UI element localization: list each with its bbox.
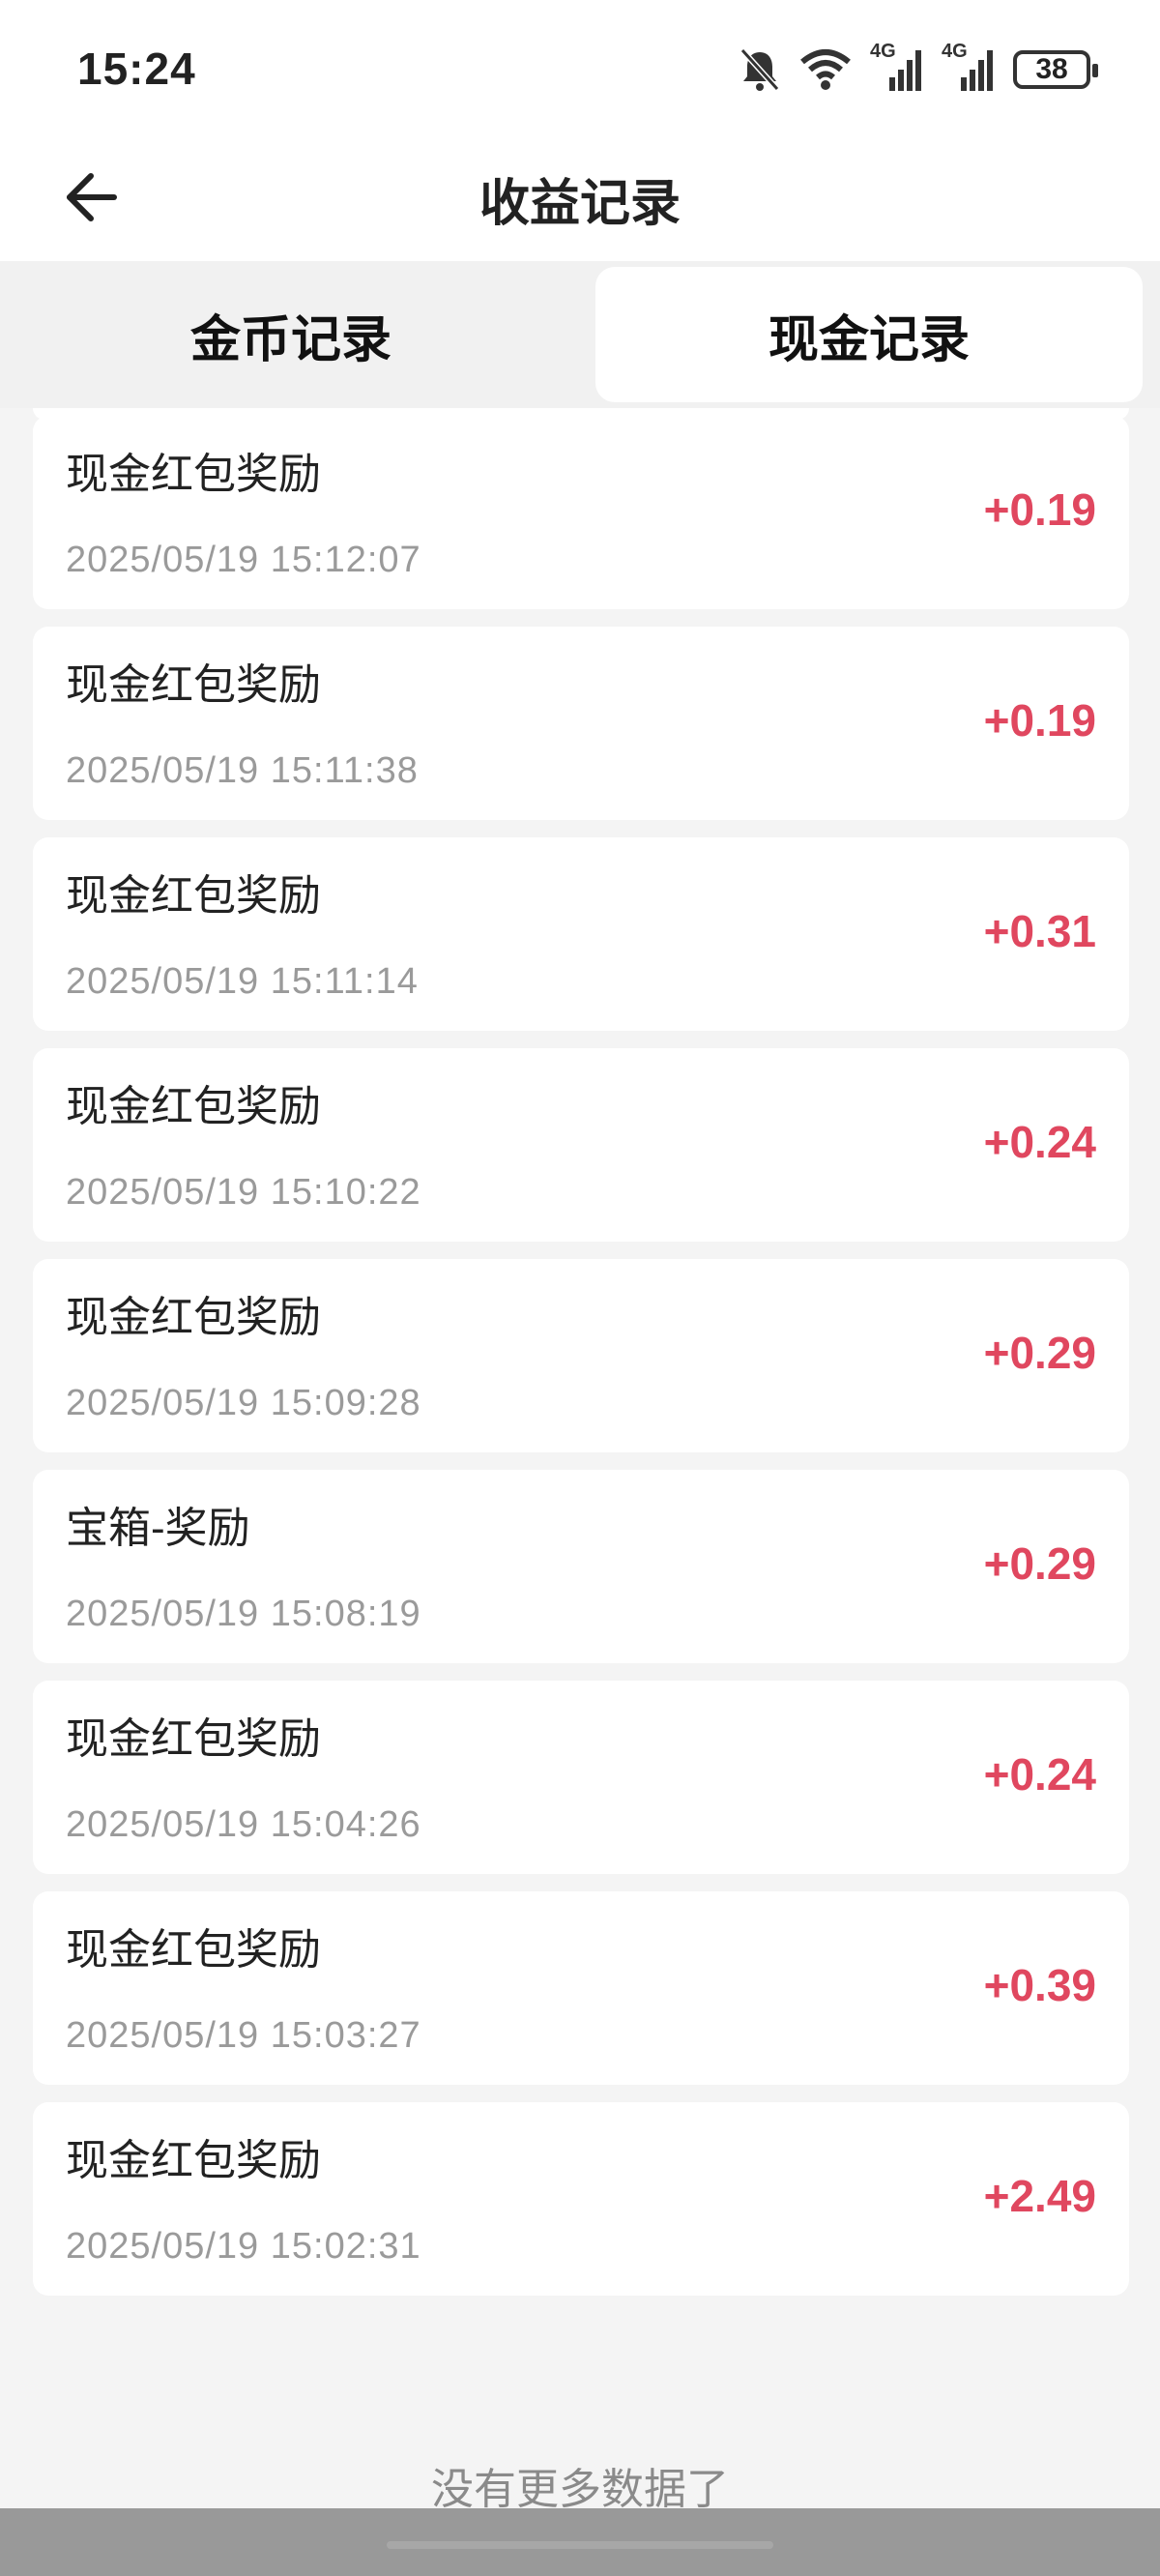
record-amount: +0.29 bbox=[983, 1328, 1096, 1378]
record-time: 2025/05/19 15:11:14 bbox=[66, 961, 419, 1002]
status-icons: 4G 4G 38 bbox=[739, 41, 1098, 99]
signal-4g-icon: 4G bbox=[870, 41, 924, 93]
record-amount: +0.24 bbox=[983, 1749, 1096, 1800]
tab-cash-records[interactable]: 现金记录 bbox=[595, 267, 1143, 402]
list-item[interactable]: 现金红包奖励 2025/05/19 15:03:27 +0.39 bbox=[33, 1891, 1129, 2085]
system-nav-bar bbox=[0, 2508, 1160, 2576]
wifi-icon bbox=[798, 48, 853, 91]
record-amount: +0.19 bbox=[983, 695, 1096, 746]
record-time: 2025/05/19 15:11:38 bbox=[66, 750, 419, 791]
battery-level: 38 bbox=[1035, 53, 1068, 85]
record-title: 宝箱-奖励 bbox=[66, 1505, 250, 1552]
list-item[interactable]: 现金红包奖励 2025/05/19 15:11:38 +0.19 bbox=[33, 627, 1129, 820]
record-amount: +0.24 bbox=[983, 1117, 1096, 1167]
list-item[interactable]: 现金红包奖励 2025/05/19 15:04:26 +0.24 bbox=[33, 1681, 1129, 1874]
list-item[interactable]: 现金红包奖励 2025/05/19 15:10:22 +0.24 bbox=[33, 1048, 1129, 1242]
record-title: 现金红包奖励 bbox=[66, 1926, 321, 1974]
list-item[interactable]: 现金红包奖励 2025/05/19 15:11:14 +0.31 bbox=[33, 837, 1129, 1031]
record-time: 2025/05/19 15:08:19 bbox=[66, 1594, 421, 1634]
record-amount: +2.49 bbox=[983, 2171, 1096, 2221]
signal-4g-icon: 4G bbox=[942, 41, 996, 93]
record-title: 现金红包奖励 bbox=[66, 1715, 321, 1763]
record-amount: +0.29 bbox=[983, 1538, 1096, 1589]
battery-icon: 38 bbox=[1013, 50, 1098, 89]
record-amount: +0.31 bbox=[983, 906, 1096, 956]
record-time: 2025/05/19 15:04:26 bbox=[66, 1804, 421, 1845]
record-title: 现金红包奖励 bbox=[66, 1294, 321, 1341]
record-time: 2025/05/19 15:03:27 bbox=[66, 2015, 421, 2056]
record-title: 现金红包奖励 bbox=[66, 872, 321, 920]
list-item[interactable]: 现金红包奖励 2025/05/19 15:02:31 +2.49 bbox=[33, 2102, 1129, 2296]
network-label: 4G bbox=[942, 41, 968, 62]
record-time: 2025/05/19 15:02:31 bbox=[66, 2226, 421, 2267]
header: 收益记录 bbox=[0, 143, 1160, 261]
list-item[interactable]: 现金红包奖励 2025/05/19 15:09:28 +0.29 bbox=[33, 1259, 1129, 1452]
status-bar: 15:24 4G 4G 38 bbox=[0, 0, 1160, 143]
list-item[interactable]: 宝箱-奖励 2025/05/19 15:08:19 +0.29 bbox=[33, 1470, 1129, 1663]
list-item[interactable]: 现金红包奖励 2025/05/19 15:12:07 +0.19 bbox=[33, 416, 1129, 609]
record-time: 2025/05/19 15:12:07 bbox=[66, 540, 421, 580]
record-title: 现金红包奖励 bbox=[66, 661, 321, 709]
record-amount: +0.39 bbox=[983, 1960, 1096, 2010]
page-title: 收益记录 bbox=[478, 176, 681, 232]
network-label: 4G bbox=[870, 41, 896, 62]
record-time: 2025/05/19 15:10:22 bbox=[66, 1172, 421, 1213]
record-title: 现金红包奖励 bbox=[66, 451, 321, 498]
bell-muted-icon bbox=[739, 46, 781, 93]
tab-coin-records[interactable]: 金币记录 bbox=[17, 267, 565, 402]
record-amount: +0.19 bbox=[983, 484, 1096, 535]
record-time: 2025/05/19 15:09:28 bbox=[66, 1383, 421, 1423]
record-title: 现金红包奖励 bbox=[66, 1083, 321, 1130]
status-time: 15:24 bbox=[77, 44, 196, 94]
tab-bar: 金币记录 现金记录 bbox=[0, 261, 1160, 408]
no-more-data-text: 没有更多数据了 bbox=[431, 2466, 729, 2513]
home-indicator[interactable] bbox=[387, 2541, 773, 2549]
record-title: 现金红包奖励 bbox=[66, 2137, 321, 2184]
records-list: 现金红包奖励 2025/05/19 15:12:07 +0.19 现金红包奖励 … bbox=[33, 416, 1129, 2313]
